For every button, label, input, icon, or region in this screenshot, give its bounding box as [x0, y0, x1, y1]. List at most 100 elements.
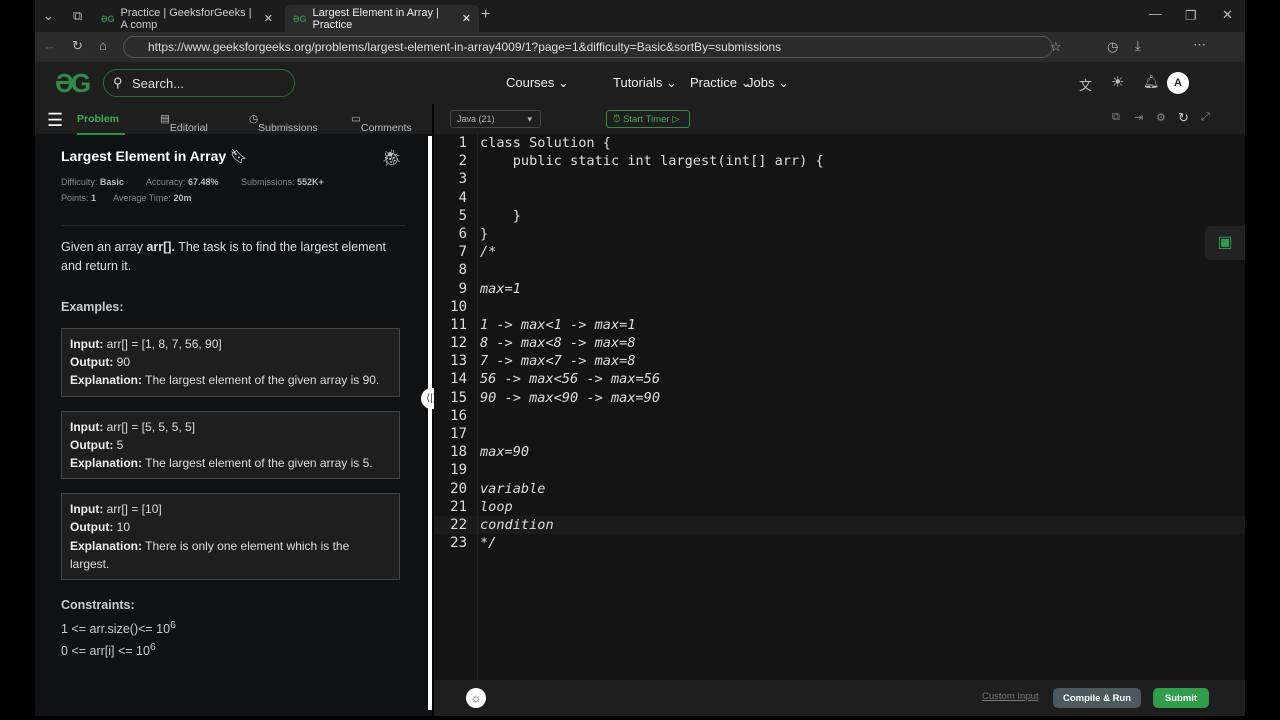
refresh-icon[interactable]: ↻ [72, 38, 83, 54]
tab-problem[interactable]: Problem [77, 113, 125, 135]
code-line[interactable]: 7/* [434, 243, 1245, 261]
code-line[interactable]: 3 [434, 170, 1245, 188]
code-line[interactable]: 17 [434, 425, 1245, 443]
translate-icon[interactable]: 文 [1079, 75, 1092, 94]
bug-report-icon[interactable]: 🐞︎ [382, 148, 402, 168]
code-line[interactable]: 4 [434, 189, 1245, 207]
menu-tutorials[interactable]: Tutorials ⌄ [613, 75, 677, 91]
problem-description: Given an array arr[]. The task is to fin… [61, 225, 406, 276]
custom-input-link[interactable]: Custom Input [982, 691, 1039, 702]
import-icon[interactable]: ⇥ [1134, 111, 1143, 124]
code-line[interactable]: 6} [434, 225, 1245, 243]
line-number: 13 [450, 353, 467, 370]
gfg-logo[interactable]: ƏG [55, 68, 91, 99]
restore-icon[interactable]: ❐ [1185, 8, 1197, 24]
code-line[interactable]: 23 */ [434, 534, 1245, 552]
start-timer-button[interactable]: ⏰︎ Start Timer ▷ [606, 110, 690, 128]
problem-meta-2: Points: 1 Average Time: 20m [61, 193, 192, 203]
copy-icon[interactable]: ⧉ [1112, 111, 1120, 124]
bookmark-icon[interactable]: 🔖︎ [230, 148, 248, 164]
search-icon: ⚲ [113, 75, 123, 90]
code-line[interactable]: 20 variable [434, 480, 1245, 498]
reset-icon[interactable]: ↻ [1178, 110, 1189, 126]
code-line[interactable]: 22 condition [434, 515, 1245, 535]
language-select[interactable]: Java (21) ▾ [450, 110, 541, 128]
line-number: 11 [450, 316, 467, 333]
hamburger-icon[interactable]: ☰ [47, 110, 63, 131]
new-tab-icon[interactable]: + [481, 6, 490, 24]
lightbulb-icon[interactable]: ☼ [466, 688, 486, 708]
code-line[interactable]: 16 [434, 407, 1245, 425]
code-area[interactable]: 1 class Solution {2 public static int lar… [434, 134, 1245, 552]
home-icon[interactable]: ⌂ [99, 38, 107, 53]
history-icon[interactable]: ◷ [1107, 39, 1118, 55]
favicon: ƏG [293, 13, 307, 24]
code-line[interactable]: 2 public static int largest(int[] arr) { [434, 152, 1245, 170]
line-number: 7 [458, 244, 467, 261]
chat-icon[interactable]: ▣ [1205, 226, 1245, 260]
constraints-heading: Constraints: [61, 598, 135, 613]
example-box: Input: arr[] = [1, 8, 7, 56, 90] Output: … [61, 328, 400, 397]
address-bar-row: ← ↻ ⌂ https://www.geeksforgeeks.org/prob… [35, 32, 1245, 62]
code-line[interactable]: 12 8 -> max<8 -> max=8 [434, 334, 1245, 352]
avatar[interactable]: A [1167, 72, 1189, 94]
compile-run-button[interactable]: Compile & Run [1053, 688, 1141, 708]
line-number: 18 [450, 444, 467, 461]
code-line[interactable]: 5 } [434, 207, 1245, 225]
code-editor-panel: Java (21) ▾ ⏰︎ Start Timer ▷ ⧉ ⇥ ⚙ ↻ ⤢ 1c… [434, 104, 1245, 716]
code-line[interactable]: 18 max=90 [434, 443, 1245, 461]
code-line[interactable]: 8 [434, 261, 1245, 279]
code-line[interactable]: 1 class Solution { [434, 134, 1245, 152]
download-icon[interactable]: ⤓ [1135, 38, 1141, 54]
search-input[interactable]: ⚲ Search... [103, 69, 295, 97]
favorite-icon[interactable]: ☆ [1050, 39, 1062, 55]
tab-editorial[interactable]: ▤ Editorial [160, 113, 208, 134]
theme-sun-icon[interactable]: ☀ [1111, 73, 1124, 91]
example-box: Input: arr[] = [5, 5, 5, 5] Output: 5 Expl… [61, 410, 400, 480]
browser-tab-largest[interactable]: ƏG Largest Element in Array | Practice ✕ [285, 5, 479, 32]
fullscreen-icon[interactable]: ⤢ [1201, 111, 1210, 124]
problem-title: Largest Element in Array 🔖︎ [61, 148, 248, 164]
menu-jobs[interactable]: Jobs ⌄ [747, 75, 789, 91]
code-line[interactable]: 11 1 -> max<1 -> max=1 [434, 316, 1245, 334]
code-line[interactable]: 15 90 -> max<90 -> max=90 [434, 389, 1245, 407]
code-line[interactable]: 13 7 -> max<7 -> max=8 [434, 352, 1245, 370]
url-input[interactable]: https://www.geeksforgeeks.org/problems/l… [123, 36, 1053, 58]
line-number: 23 [450, 535, 467, 552]
problem-panel: ☰ Problem ▤ Editorial ◷ Submissions ▭ Co… [35, 104, 432, 716]
constraint: 1 <= arr.size()<= 106 [61, 620, 176, 637]
workspaces-icon[interactable]: ⧉ [73, 8, 82, 24]
line-number: 20 [450, 480, 467, 497]
favicon: ƏG [101, 13, 115, 24]
close-window-icon[interactable]: ✕ [1222, 7, 1233, 23]
line-number: 3 [458, 171, 467, 188]
line-number: 17 [450, 426, 467, 442]
settings-icon[interactable]: ⚙ [1156, 111, 1166, 124]
code-line[interactable]: 21 loop [434, 498, 1245, 516]
scrollbar[interactable] [428, 136, 432, 710]
close-tab-icon[interactable]: ✕ [462, 12, 471, 25]
minimize-icon[interactable]: — [1149, 6, 1162, 21]
submit-button[interactable]: Submit [1153, 688, 1209, 708]
tab-comments[interactable]: ▭ Comments [351, 113, 412, 134]
line-number: 4 [458, 189, 467, 206]
example-box: Input: arr[] = [10] Output: 10 Explanation… [61, 493, 400, 581]
menu-practice[interactable]: Practice ⌄ [690, 75, 751, 91]
browser-tab-practice[interactable]: ƏG Practice | GeeksforGeeks | A comp ✕ [93, 5, 281, 32]
more-icon[interactable]: ⋯ [1193, 37, 1206, 53]
tab-submissions[interactable]: ◷ Submissions [249, 113, 318, 134]
line-number: 8 [458, 262, 467, 279]
line-number: 9 [458, 280, 467, 297]
code-line[interactable]: 10 [434, 298, 1245, 316]
tab-list-icon[interactable]: ⌄ [43, 8, 54, 24]
line-number: 10 [450, 298, 467, 315]
constraint: 0 <= arr[i] <= 106 [61, 642, 156, 659]
code-line[interactable]: 9 max=1 [434, 280, 1245, 298]
menu-courses[interactable]: Courses ⌄ [506, 75, 569, 91]
code-line[interactable]: 14 56 -> max<56 -> max=56 [434, 370, 1245, 388]
problem-tabs: ☰ Problem ▤ Editorial ◷ Submissions ▭ Co… [35, 104, 432, 135]
close-tab-icon[interactable]: ✕ [264, 12, 273, 25]
bell-icon[interactable]: 🔔︎ [1143, 74, 1160, 90]
code-line[interactable]: 19 [434, 461, 1245, 479]
back-icon[interactable]: ← [43, 38, 56, 53]
